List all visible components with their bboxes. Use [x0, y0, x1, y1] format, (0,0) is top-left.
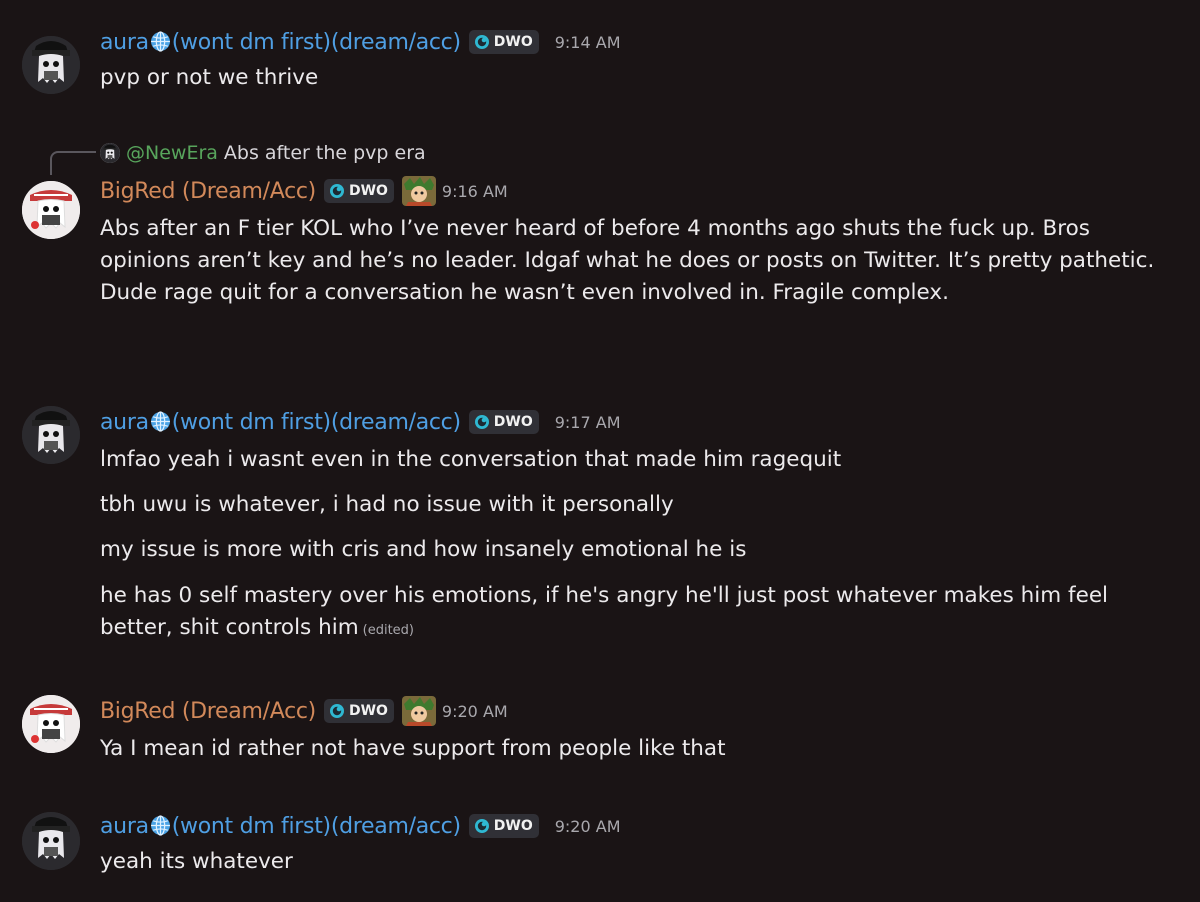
reply-avatar	[100, 143, 120, 163]
dwo-tag-icon	[329, 703, 345, 719]
username-aura[interactable]: aura (wont dm first)(dream/acc)	[100, 30, 461, 55]
avatar-aura[interactable]	[22, 36, 80, 94]
avatar-bigred[interactable]	[22, 181, 80, 239]
username-bigred[interactable]: BigRed (Dream/Acc)	[100, 699, 316, 724]
edited-label: (edited)	[362, 623, 414, 638]
avatar-aura[interactable]	[22, 406, 80, 464]
message-header: aura (wont dm first)(dream/acc) DWO 9:20 …	[100, 808, 621, 844]
message-text: pvp or not we thrive	[100, 65, 319, 90]
dwo-tag-icon	[474, 414, 490, 430]
timestamp: 9:20 AM	[554, 816, 621, 836]
server-tag[interactable]: DWO	[468, 814, 539, 838]
server-tag[interactable]: DWO	[323, 699, 394, 723]
decoration-badge-icon	[402, 696, 436, 726]
timestamp: 9:14 AM	[554, 32, 621, 52]
username-aura[interactable]: aura (wont dm first)(dream/acc)	[100, 410, 461, 435]
avatar-aura[interactable]	[22, 812, 80, 870]
server-tag[interactable]: DWO	[323, 179, 394, 203]
server-tag[interactable]: DWO	[468, 410, 539, 434]
message-text: he has 0 self mastery over his emotions,…	[100, 583, 1109, 640]
reply-mention[interactable]: @NewEra	[126, 142, 218, 164]
message-text: Abs after an F tier KOL who I’ve never h…	[100, 216, 1155, 305]
timestamp: 9:20 AM	[441, 701, 508, 721]
dwo-tag-icon	[329, 183, 345, 199]
avatar-bigred[interactable]	[22, 695, 80, 753]
reply-spine	[50, 151, 96, 175]
message-text: lmfao yeah i wasnt even in the conversat…	[100, 447, 842, 472]
globe-icon	[150, 815, 171, 836]
globe-icon	[150, 31, 171, 52]
message-header: aura (wont dm first)(dream/acc) DWO 9:17 …	[100, 404, 621, 440]
message-text: my issue is more with cris and how insan…	[100, 537, 747, 562]
timestamp: 9:17 AM	[554, 412, 621, 432]
message-text: Ya I mean id rather not have support fro…	[100, 736, 726, 761]
message-text: yeah its whatever	[100, 849, 293, 874]
reply-preview[interactable]: @NewEra Abs after the pvp era	[100, 140, 426, 166]
server-tag[interactable]: DWO	[468, 30, 539, 54]
message-header: BigRed (Dream/Acc) DWO 9:20 AM	[100, 693, 508, 729]
timestamp: 9:16 AM	[441, 181, 508, 201]
dwo-tag-icon	[474, 34, 490, 50]
message-header: BigRed (Dream/Acc) DWO 9:16 AM	[100, 173, 508, 209]
dwo-tag-icon	[474, 818, 490, 834]
username-bigred[interactable]: BigRed (Dream/Acc)	[100, 179, 316, 204]
globe-icon	[150, 411, 171, 432]
message-header: aura (wont dm first)(dream/acc) DWO 9:14 …	[100, 24, 621, 60]
decoration-badge-icon	[402, 176, 436, 206]
username-aura[interactable]: aura (wont dm first)(dream/acc)	[100, 814, 461, 839]
message-text: tbh uwu is whatever, i had no issue with…	[100, 492, 674, 517]
reply-text: Abs after the pvp era	[223, 142, 426, 164]
